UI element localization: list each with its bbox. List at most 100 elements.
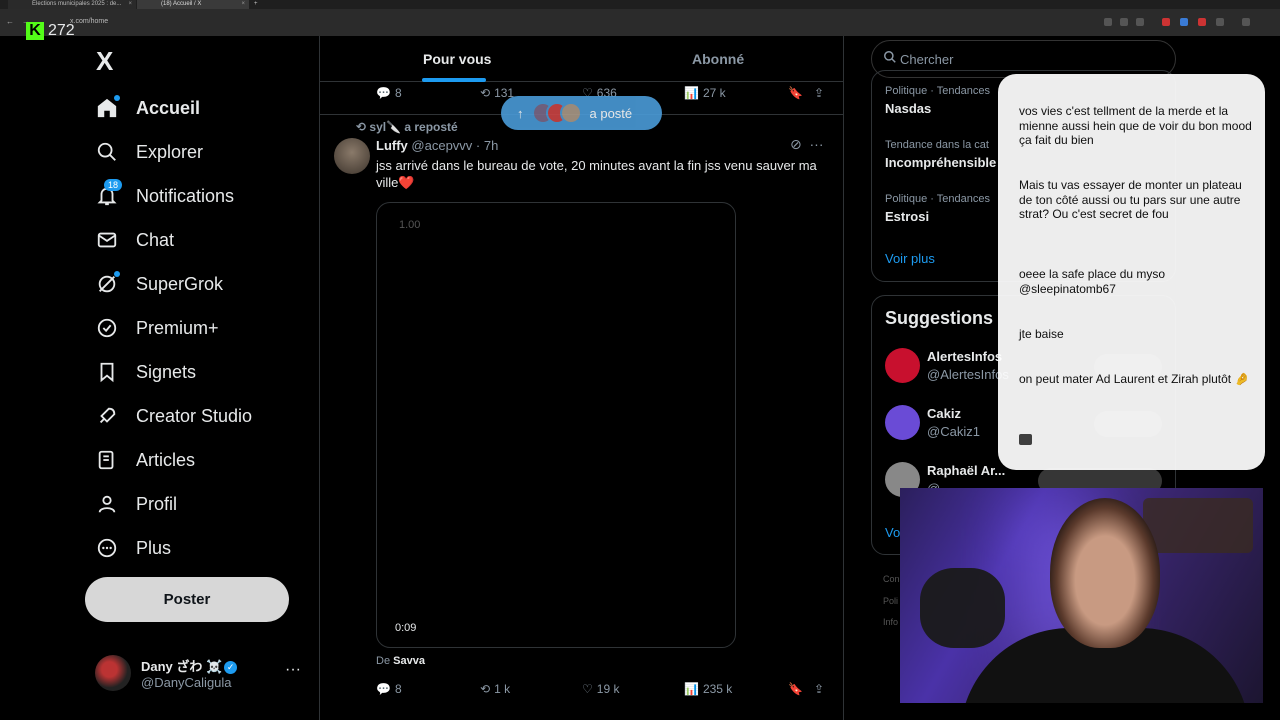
chat-message: vos vies c'est tellment de la merde et l… xyxy=(1019,104,1252,147)
nav-notifications[interactable]: 18 Notifications xyxy=(94,178,234,214)
tweet-author-handle[interactable]: @acepvvv · 7h xyxy=(411,138,498,153)
star-icon[interactable] xyxy=(1136,18,1144,26)
more-circle-icon xyxy=(94,535,120,561)
browser-tab-active[interactable]: (18) Accueil / X × xyxy=(137,0,249,9)
like-button[interactable]: ♡ 19 k xyxy=(582,682,619,696)
extensions-puzzle-icon[interactable] xyxy=(1216,18,1224,26)
share-icon[interactable]: ⇪ xyxy=(814,682,824,696)
repost-icon: ⟲ xyxy=(480,682,491,696)
search-placeholder: Chercher xyxy=(900,52,954,67)
chat-message: Mais tu vas essayer de monter un plateau… xyxy=(1019,178,1242,221)
footer-link[interactable]: Con xyxy=(883,574,900,584)
reply-icon: 💬 xyxy=(376,682,391,696)
tab-title: Élections municipales 2025 : de... xyxy=(32,1,122,7)
zoom-icon[interactable] xyxy=(1104,18,1112,26)
nav-supergrok[interactable]: SuperGrok xyxy=(94,266,223,302)
bookmark-icon[interactable]: 🔖 xyxy=(788,86,803,100)
account-name: Dany ざわ ☠️ ✓ xyxy=(141,656,238,675)
chart-icon: 📊 xyxy=(684,682,699,696)
rocket-icon xyxy=(94,403,120,429)
nav-accueil[interactable]: Accueil xyxy=(94,90,200,126)
share-icon[interactable]: ⇪ xyxy=(814,86,824,100)
extension-icon[interactable] xyxy=(1180,18,1188,26)
menu-icon[interactable] xyxy=(1242,18,1250,26)
video-duration: 0:09 xyxy=(395,622,417,634)
tab-abonne[interactable]: Abonné xyxy=(692,51,744,67)
tweet-author-name[interactable]: Luffy xyxy=(376,138,408,153)
repost-indicator[interactable]: ⟲ syl🔪 a reposté xyxy=(356,120,458,134)
nav-label: Explorer xyxy=(136,141,204,162)
reply-button[interactable]: 💬 8 xyxy=(376,86,402,100)
nav-label: Creator Studio xyxy=(136,405,253,426)
extension-icon[interactable] xyxy=(1162,18,1170,26)
nav-chat[interactable]: Chat xyxy=(94,222,174,258)
bell-icon: 18 xyxy=(94,179,123,209)
timeline-tabs: Pour vous Abonné xyxy=(320,36,844,82)
repost-icon: ⟲ xyxy=(480,86,491,100)
voir-plus-link[interactable]: Voir plus xyxy=(885,251,935,266)
avatar xyxy=(559,102,582,124)
cast-icon[interactable] xyxy=(1120,18,1128,26)
tab-indicator xyxy=(422,78,486,82)
post-button[interactable]: Poster xyxy=(85,577,289,622)
avatar xyxy=(885,348,920,383)
reply-button[interactable]: 💬 8 xyxy=(376,682,402,696)
tweet-grok-icon[interactable]: ⊘ ··· xyxy=(790,136,824,153)
emote-icon xyxy=(1019,434,1032,446)
nav-creator-studio[interactable]: Creator Studio xyxy=(94,398,252,434)
video-source[interactable]: De Savva xyxy=(376,655,425,667)
chart-icon: 📊 xyxy=(684,86,699,100)
nav-signets[interactable]: Signets xyxy=(94,354,196,390)
views-button[interactable]: 📊 235 k xyxy=(684,682,732,696)
kick-viewer-overlay: K 272 xyxy=(26,22,75,40)
footer-link[interactable]: Poli xyxy=(883,596,898,606)
nav-label: Signets xyxy=(136,361,197,382)
nav-label: Profil xyxy=(136,493,178,514)
close-icon[interactable]: × xyxy=(128,0,132,9)
more-icon[interactable]: ··· xyxy=(285,661,301,679)
close-icon[interactable]: × xyxy=(241,0,245,9)
url-field[interactable]: x.com/home xyxy=(70,18,108,25)
nav-plus[interactable]: Plus xyxy=(94,530,171,566)
nav-profil[interactable]: Profil xyxy=(94,486,177,522)
chat-message: jte baise xyxy=(1019,327,1064,341)
nav-label: SuperGrok xyxy=(136,273,224,294)
notification-badge: 18 xyxy=(104,179,123,191)
account-switcher[interactable]: Dany ざわ ☠️ ✓ @DanyCaligula ··· xyxy=(95,653,305,693)
grok-icon xyxy=(94,271,120,297)
voir-plus-link[interactable]: Vo xyxy=(885,525,900,540)
nav-label: Premium+ xyxy=(136,317,219,338)
pill-label: a posté xyxy=(589,105,633,121)
avatar[interactable] xyxy=(334,138,370,174)
tweet-actions: 💬 8 ⟲ 1 k ♡ 19 k 📊 235 k 🔖 ⇪ xyxy=(376,679,831,699)
article-icon xyxy=(94,447,120,473)
browser-tab[interactable]: Élections municipales 2025 : de... × xyxy=(8,0,136,9)
nav-articles[interactable]: Articles xyxy=(94,442,195,478)
video-player[interactable]: 1.00 0:09 xyxy=(376,202,736,648)
chat-emote xyxy=(1019,432,1255,447)
streamer-head xyxy=(1050,498,1160,648)
search-icon xyxy=(883,50,897,67)
nav-label: Notifications xyxy=(136,185,235,206)
account-handle: @DanyCaligula xyxy=(141,675,232,690)
timeline: Pour vous Abonné 💬 8 ⟲ 131 ♡ 636 📊 27 k 🔖 ⇪ … xyxy=(319,36,844,720)
new-tab-icon[interactable]: + xyxy=(254,0,268,9)
tab-title: (18) Accueil / X xyxy=(161,1,202,7)
repost-button[interactable]: ⟲ 1 k xyxy=(480,682,510,696)
nav-label: Chat xyxy=(136,229,175,250)
views-button[interactable]: 📊 27 k xyxy=(684,86,726,100)
chat-message: oeee la safe place du myso @sleepinatomb… xyxy=(1019,267,1166,296)
reply-icon: 💬 xyxy=(376,86,391,100)
bookmark-icon[interactable]: 🔖 xyxy=(788,682,803,696)
extension-icon[interactable] xyxy=(1198,18,1206,26)
x-logo[interactable]: X xyxy=(96,46,113,77)
footer-link[interactable]: Info xyxy=(883,617,898,627)
arrow-up-icon: ↑ xyxy=(517,105,524,121)
search-icon xyxy=(94,139,120,165)
back-icon[interactable]: ← xyxy=(6,17,14,26)
nav-premium[interactable]: Premium+ xyxy=(94,310,219,346)
tab-pour-vous[interactable]: Pour vous xyxy=(423,51,491,67)
verified-badge-icon: ✓ xyxy=(224,661,238,675)
nav-explorer[interactable]: Explorer xyxy=(94,134,203,170)
new-posts-pill[interactable]: ↑ a posté xyxy=(501,96,662,130)
